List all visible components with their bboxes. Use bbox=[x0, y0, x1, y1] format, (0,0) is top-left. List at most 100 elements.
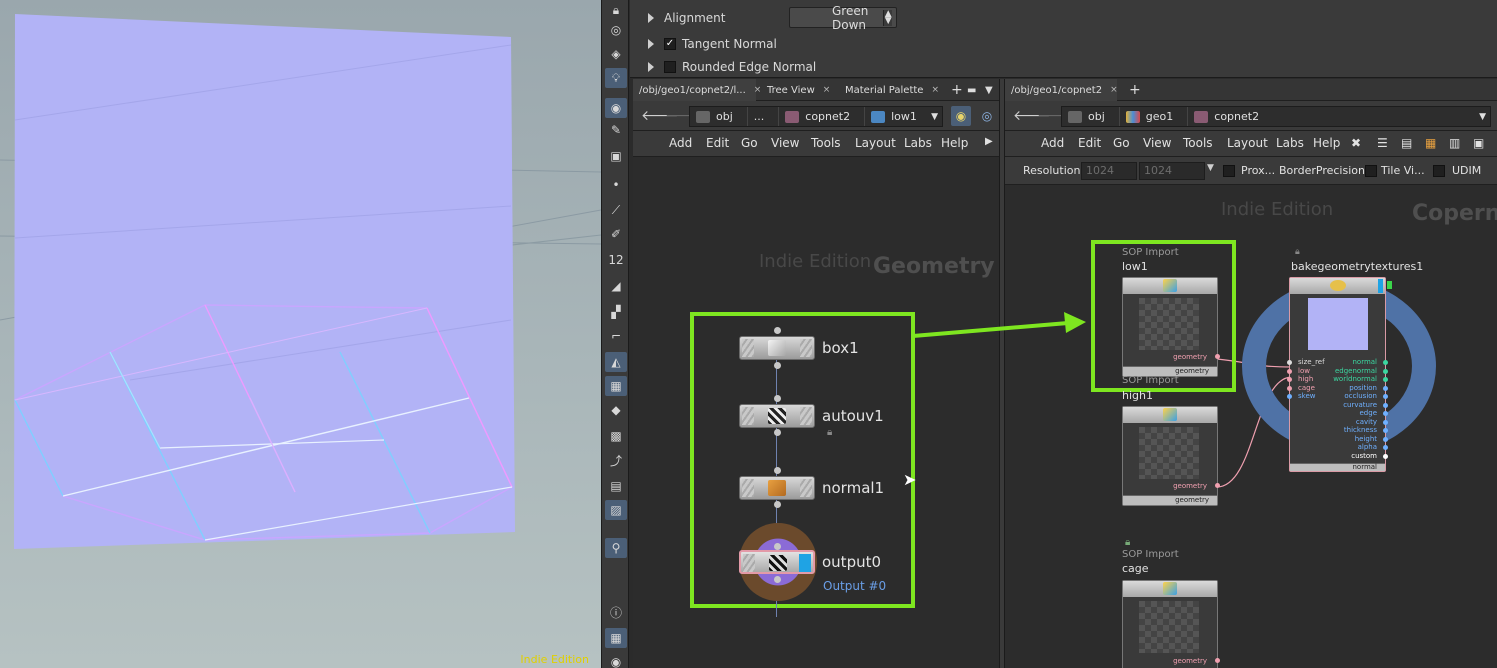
menu-add[interactable]: Add bbox=[1041, 136, 1064, 150]
number-icon[interactable]: 12 bbox=[605, 250, 627, 270]
udim-checkbox[interactable] bbox=[1433, 165, 1445, 177]
scene-viewport[interactable]: Indie Edition bbox=[0, 0, 601, 668]
display-flag[interactable] bbox=[800, 339, 812, 357]
layout-icon[interactable]: ▣ bbox=[1473, 136, 1484, 150]
menu-view[interactable]: View bbox=[771, 136, 799, 150]
menu-edit[interactable]: Edit bbox=[1078, 136, 1101, 150]
tree-icon[interactable]: ☰ bbox=[1377, 136, 1388, 150]
input-port[interactable] bbox=[774, 543, 781, 550]
bypass-flag[interactable] bbox=[743, 554, 755, 572]
display-flag[interactable] bbox=[1378, 279, 1383, 293]
image-icon[interactable]: ▨ bbox=[605, 500, 627, 520]
output-port[interactable] bbox=[1383, 419, 1388, 425]
menu-more-icon[interactable]: ▶ bbox=[985, 136, 993, 147]
erase-icon[interactable]: ◢ bbox=[605, 276, 627, 296]
output-port[interactable] bbox=[1215, 658, 1220, 663]
expand-icon[interactable] bbox=[648, 39, 654, 49]
paint-icon[interactable]: ▞ bbox=[605, 302, 627, 322]
output-port[interactable] bbox=[1383, 394, 1388, 399]
output-port[interactable] bbox=[1215, 483, 1220, 488]
eye-icon[interactable]: ◉ bbox=[605, 652, 627, 668]
output-port[interactable] bbox=[1383, 360, 1388, 365]
edge-icon[interactable]: ⟋ bbox=[605, 200, 627, 220]
output-port[interactable] bbox=[774, 576, 781, 583]
handle-icon[interactable]: ◈ bbox=[605, 44, 627, 64]
chevron-down-icon[interactable]: ▼ bbox=[931, 112, 942, 122]
palette-icon[interactable]: ▦ bbox=[1425, 136, 1436, 150]
crumb-obj[interactable]: obj bbox=[1062, 107, 1120, 126]
resolution-x-field[interactable]: 1024 bbox=[1081, 162, 1137, 180]
alignment-dropdown[interactable]: Green Down ▲ ▼ bbox=[789, 4, 897, 32]
input-port[interactable] bbox=[1287, 368, 1292, 374]
output-port[interactable] bbox=[1383, 377, 1388, 382]
left-network-editor[interactable]: Indie Edition Geometry box1 autouv1 🔒︎ n… bbox=[633, 157, 999, 668]
crumb-ellipsis[interactable]: ... bbox=[748, 107, 780, 126]
proxy-checkbox[interactable] bbox=[1223, 165, 1235, 177]
menu-layout[interactable]: Layout bbox=[855, 136, 896, 150]
input-port[interactable] bbox=[774, 395, 781, 402]
transform-icon[interactable]: ⤴ bbox=[605, 450, 627, 470]
grid-view-icon[interactable]: ▥ bbox=[1449, 136, 1460, 150]
resolution-y-field[interactable]: 1024 bbox=[1139, 162, 1205, 180]
node-cage[interactable]: geometry bbox=[1122, 580, 1220, 668]
close-icon[interactable]: × bbox=[823, 85, 831, 95]
output-port[interactable] bbox=[1383, 402, 1388, 408]
node-output0[interactable] bbox=[739, 550, 815, 574]
menu-labs[interactable]: Labs bbox=[904, 136, 932, 150]
wrench-icon[interactable]: ✖ bbox=[1351, 136, 1361, 150]
info-icon[interactable]: ⓘ bbox=[605, 602, 627, 622]
menu-edit[interactable]: Edit bbox=[706, 136, 729, 150]
output-port[interactable] bbox=[1215, 354, 1220, 359]
node-high1[interactable]: geometry geometry bbox=[1122, 406, 1220, 506]
pin-network-icon[interactable]: ◉ bbox=[951, 106, 971, 126]
crumb-obj[interactable]: obj bbox=[690, 107, 748, 126]
input-port[interactable] bbox=[1287, 377, 1292, 382]
chevron-down-icon[interactable]: ▼ bbox=[1479, 112, 1490, 122]
light-icon[interactable]: 💡︎ bbox=[605, 68, 627, 88]
bypass-flag[interactable] bbox=[742, 339, 754, 357]
output-port[interactable] bbox=[1383, 436, 1388, 442]
point-icon[interactable]: • bbox=[605, 175, 627, 195]
pin-icon[interactable]: ⚲ bbox=[605, 538, 627, 558]
menu-labs[interactable]: Labs bbox=[1276, 136, 1304, 150]
close-icon[interactable]: × bbox=[1110, 85, 1118, 95]
display-flag[interactable] bbox=[799, 554, 811, 572]
node-autouv1[interactable] bbox=[739, 404, 815, 428]
layer-icon[interactable]: ◆ bbox=[605, 400, 627, 420]
node-bakegeometrytextures1[interactable]: size_ref low high cage skew normal edgenormal… bbox=[1287, 277, 1388, 472]
menu-help[interactable]: Help bbox=[941, 136, 968, 150]
bypass-flag[interactable] bbox=[742, 407, 754, 425]
brush-icon[interactable]: ✐ bbox=[605, 224, 627, 244]
shade-icon[interactable]: ◭ bbox=[605, 352, 627, 372]
view-icon[interactable]: ◎ bbox=[605, 20, 627, 40]
right-network-editor[interactable]: Indie Edition Copern SOP Import low1 geo… bbox=[1005, 185, 1497, 668]
input-port[interactable] bbox=[1287, 360, 1292, 365]
menu-go[interactable]: Go bbox=[1113, 136, 1130, 150]
tab-tree-view[interactable]: Tree View × bbox=[761, 79, 836, 101]
menu-tools[interactable]: Tools bbox=[811, 136, 841, 150]
add-tab-icon[interactable]: + bbox=[1123, 79, 1147, 101]
tab-menu-icon[interactable]: ▼ bbox=[979, 79, 999, 101]
expand-icon[interactable] bbox=[648, 13, 654, 23]
crumb-geo1[interactable]: geo1 bbox=[1120, 107, 1189, 126]
input-port[interactable] bbox=[774, 467, 781, 474]
input-port[interactable] bbox=[774, 327, 781, 334]
list-icon[interactable]: ▤ bbox=[1401, 136, 1412, 150]
menu-add[interactable]: Add bbox=[669, 136, 692, 150]
node-normal1[interactable] bbox=[739, 476, 815, 500]
output-port[interactable] bbox=[774, 501, 781, 508]
tab-copnet-path[interactable]: /obj/geo1/copnet2/l... × bbox=[633, 79, 761, 101]
display-flag[interactable] bbox=[800, 407, 812, 425]
lock-icon[interactable]: 🔒︎ bbox=[605, 0, 627, 20]
output-port[interactable] bbox=[1383, 445, 1388, 450]
tab-material-palette[interactable]: Material Palette × bbox=[839, 79, 945, 101]
menu-help[interactable]: Help bbox=[1313, 136, 1340, 150]
output-port[interactable] bbox=[1383, 385, 1388, 391]
grid-icon[interactable]: ▦ bbox=[605, 376, 627, 396]
frame-icon[interactable]: ▤ bbox=[605, 476, 627, 496]
target-icon[interactable]: ◎ bbox=[977, 106, 997, 126]
render-icon[interactable]: ◉ bbox=[605, 98, 627, 118]
tab-copnet2[interactable]: /obj/geo1/copnet2 × bbox=[1005, 79, 1118, 101]
crumb-low1[interactable]: low1 bbox=[865, 107, 931, 126]
menu-layout[interactable]: Layout bbox=[1227, 136, 1268, 150]
